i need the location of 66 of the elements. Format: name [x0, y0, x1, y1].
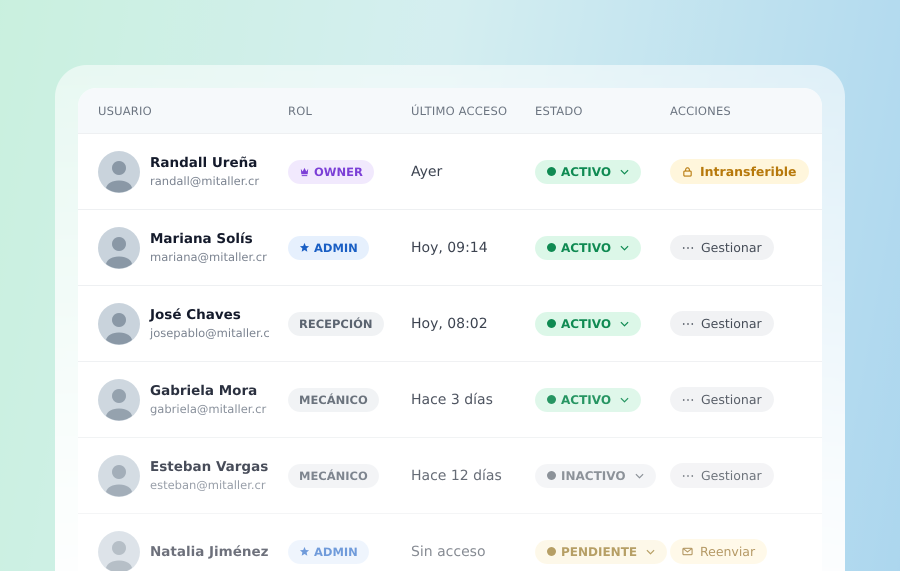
star-icon [299, 242, 310, 253]
user-name: Natalia Jiménez [150, 544, 269, 560]
avatar-icon [98, 226, 140, 268]
more-icon [682, 246, 694, 250]
status-dot-icon [547, 471, 556, 480]
caret-icon [620, 396, 630, 402]
caret-icon [620, 320, 630, 326]
crown-icon [299, 166, 310, 177]
column-header: ÚLTIMO ACCESO [411, 104, 508, 118]
caret-icon [620, 244, 630, 250]
status-dot-icon [547, 319, 556, 328]
last-access: Ayer [411, 164, 442, 180]
status-dot-icon [547, 167, 556, 176]
status-dot-icon [547, 243, 556, 252]
user-email: gabriela@mitaller.cr [150, 402, 266, 416]
action-button[interactable]: Gestionar [670, 463, 774, 488]
avatar-icon [98, 302, 140, 344]
role-badge: RECEPCIÓN [288, 312, 384, 336]
avatar-icon [98, 150, 140, 192]
avatar-icon [98, 378, 140, 420]
last-access: Sin acceso [411, 544, 486, 560]
user-email: randall@mitaller.cr [150, 174, 260, 188]
user-name: Randall Ureña [150, 155, 258, 171]
column-header: USUARIO [98, 104, 153, 118]
user-name: Gabriela Mora [150, 383, 258, 399]
user-email: mariana@mitaller.cr [150, 250, 267, 264]
user-email: josepablo@mitaller.c [150, 326, 270, 340]
last-access: Hace 3 días [411, 392, 493, 408]
action-button[interactable]: Intransferible [670, 159, 809, 184]
user-name: José Chaves [150, 307, 242, 323]
last-access: Hace 12 días [411, 468, 502, 484]
column-header: ACCIONES [670, 104, 732, 118]
user-name: Esteban Vargas [150, 459, 268, 475]
more-icon [682, 398, 694, 402]
role-badge: ADMIN [288, 540, 369, 564]
user-email: esteban@mitaller.cr [150, 478, 267, 492]
caret-icon [634, 472, 644, 478]
action-button[interactable]: Gestionar [670, 311, 774, 336]
column-header: ESTADO [535, 104, 584, 118]
caret-icon [646, 548, 656, 554]
last-access: Hoy, 09:14 [411, 240, 488, 256]
star-icon [299, 546, 310, 557]
avatar-icon [98, 530, 140, 571]
mail-icon [682, 546, 693, 557]
action-button[interactable]: Gestionar [670, 387, 774, 412]
status-dot-icon [547, 547, 556, 556]
role-badge: OWNER [288, 160, 374, 184]
lock-icon [682, 166, 693, 177]
status-dot-icon [547, 395, 556, 404]
action-button[interactable]: Reenviar [670, 539, 768, 564]
status-dropdown[interactable]: PENDIENTE [535, 540, 668, 564]
role-badge: ADMIN [288, 236, 369, 260]
status-dropdown[interactable]: ACTIVO [535, 388, 642, 412]
more-icon [682, 474, 694, 478]
last-access: Hoy, 08:02 [411, 316, 488, 332]
role-badge: MECÁNICO [288, 464, 379, 488]
more-icon [682, 322, 694, 326]
user-name: Mariana Solís [150, 231, 254, 247]
status-dropdown[interactable]: ACTIVO [535, 160, 642, 184]
column-header: ROL [288, 104, 314, 118]
role-badge: MECÁNICO [288, 388, 379, 412]
avatar-icon [98, 454, 140, 496]
status-dropdown[interactable]: ACTIVO [535, 236, 642, 260]
status-dropdown[interactable]: ACTIVO [535, 312, 642, 336]
action-button[interactable]: Gestionar [670, 235, 774, 260]
caret-icon [620, 168, 630, 174]
